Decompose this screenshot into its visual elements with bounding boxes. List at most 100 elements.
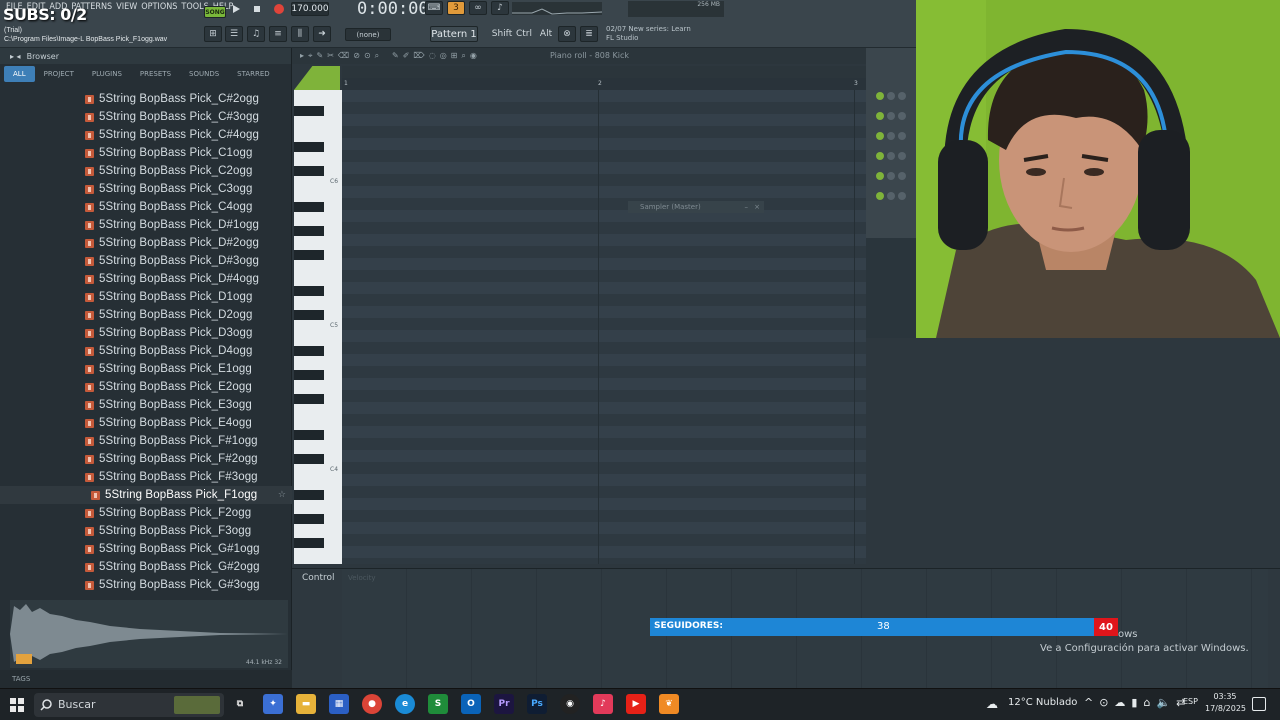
obs-icon[interactable]: ◉	[560, 694, 580, 714]
browser-file-item[interactable]: 5String BopBass Pick_C3ogg	[0, 180, 292, 198]
browser-file-item[interactable]: 5String BopBass Pick_F3ogg	[0, 522, 292, 540]
bar-ruler[interactable]: 1 2 3	[342, 78, 866, 90]
browser-file-item[interactable]: 5String BopBass Pick_D4ogg	[0, 342, 292, 360]
browser-file-item[interactable]: 5String BopBass Pick_D#1ogg	[0, 216, 292, 234]
browser-file-item[interactable]: 5String BopBass Pick_E3ogg	[0, 396, 292, 414]
task-view-icon[interactable]: ⧉	[230, 694, 250, 714]
channel-row[interactable]	[876, 112, 912, 122]
piano-roll-edit-tools-icon[interactable]: ✎✐⌦◌◎⊞⌕◉	[392, 51, 481, 61]
browser-arrows-icon[interactable]: ▸ ◂	[10, 52, 21, 61]
song-mode-toggle[interactable]: SONG	[204, 6, 226, 18]
sample-waveform-preview[interactable]: 44.1 kHz 32	[10, 600, 288, 668]
browser-file-item[interactable]: 5String BopBass Pick_E2ogg	[0, 378, 292, 396]
tiktok-icon[interactable]: ♪	[593, 694, 613, 714]
tab-project[interactable]: PROJECT	[35, 66, 83, 82]
browser-file-item[interactable]: 5String BopBass Pick_D#4ogg	[0, 270, 292, 288]
tempo-display[interactable]: 170.000	[291, 2, 329, 16]
tab-presets[interactable]: PRESETS	[131, 66, 180, 82]
browser-file-selected[interactable]: 5String BopBass Pick_F1ogg ☆	[0, 486, 292, 504]
file-name: 5String BopBass Pick_E4ogg	[99, 417, 252, 429]
edge-icon[interactable]: e	[395, 694, 415, 714]
piano-roll-tools-icon[interactable]: ▸⌖✎✂⌫⊘⊙⌕	[300, 51, 383, 61]
note-grid[interactable]	[342, 90, 866, 564]
fl-studio-icon[interactable]: ❦	[659, 694, 679, 714]
tab-plugins[interactable]: PLUGINS	[83, 66, 131, 82]
browser-file-item[interactable]: 5String BopBass Pick_C#3ogg	[0, 108, 292, 126]
photoshop-icon[interactable]: Ps	[527, 694, 547, 714]
weather-text[interactable]: 12°C Nublado	[1008, 697, 1077, 708]
tab-starred[interactable]: STARRED	[228, 66, 279, 82]
control-label[interactable]: Control	[302, 573, 335, 583]
taskbar-clock[interactable]: 03:35 17/8/2025	[1205, 691, 1246, 715]
pattern-selector[interactable]: Pattern 1	[430, 26, 478, 42]
channel-rack-icon[interactable]: ≡	[269, 26, 287, 42]
sampler-window-title[interactable]: Sampler (Master) – ×	[628, 201, 764, 213]
browser-file-item[interactable]: 5String BopBass Pick_D2ogg	[0, 306, 292, 324]
step-edit-icon[interactable]: 3	[447, 1, 465, 15]
stop-button[interactable]	[249, 2, 265, 16]
channel-row[interactable]	[876, 192, 912, 202]
browser-file-item[interactable]: 5String BopBass Pick_C2ogg	[0, 162, 292, 180]
star-icon[interactable]: ☆	[278, 490, 286, 500]
record-button[interactable]	[271, 2, 287, 16]
menu-options[interactable]: OPTIONS	[141, 2, 177, 12]
browser-file-item[interactable]: 5String BopBass Pick_F#1ogg	[0, 432, 292, 450]
typing-keyboard-icon[interactable]: ⌨	[425, 1, 443, 15]
channel-row[interactable]	[876, 132, 912, 142]
outlook-icon[interactable]: O	[461, 694, 481, 714]
mixer-icon[interactable]: ⫼	[291, 26, 309, 42]
browser-file-item[interactable]: 5String BopBass Pick_F2ogg	[0, 504, 292, 522]
piano-roll-icon[interactable]: ♫	[247, 26, 265, 42]
close-icon[interactable]: ×	[754, 203, 760, 211]
channel-row[interactable]	[876, 172, 912, 182]
browser-file-item[interactable]: 5String BopBass Pick_E4ogg	[0, 414, 292, 432]
loop-record-icon[interactable]: ∞	[469, 1, 487, 15]
browser-file-item[interactable]: 5String BopBass Pick_E1ogg	[0, 360, 292, 378]
tab-all[interactable]: ALL	[4, 66, 35, 82]
file-explorer-icon[interactable]: ▬	[296, 694, 316, 714]
news-hint[interactable]: 02/07 New series: Learn FL Studio	[606, 25, 691, 43]
metronome-icon[interactable]: ♪	[491, 1, 509, 15]
browser-file-item[interactable]: 5String BopBass Pick_C#4ogg	[0, 126, 292, 144]
news-icon[interactable]: ≣	[580, 26, 598, 42]
ctrl-key-button[interactable]: Ctrl	[514, 26, 534, 42]
browser-file-item[interactable]: 5String BopBass Pick_G#1ogg	[0, 540, 292, 558]
system-tray-icons[interactable]: ^⊙☁▮⌂🔈⇄	[1084, 696, 1191, 709]
youtube-icon[interactable]: ▶	[626, 694, 646, 714]
browser-file-item[interactable]: 5String BopBass Pick_C4ogg	[0, 198, 292, 216]
language-indicator[interactable]: ESP	[1183, 697, 1198, 706]
browser-file-item[interactable]: 5String BopBass Pick_D3ogg	[0, 324, 292, 342]
snap-icon[interactable]: ⊞	[204, 26, 222, 42]
store-icon[interactable]: ▦	[329, 694, 349, 714]
minimize-icon[interactable]: –	[745, 203, 749, 211]
taskbar-search[interactable]: Buscar	[34, 693, 224, 717]
browser-file-item[interactable]: 5String BopBass Pick_G#2ogg	[0, 558, 292, 576]
copilot-icon[interactable]: ✦	[263, 694, 283, 714]
menu-view[interactable]: VIEW	[116, 2, 137, 12]
browser-file-item[interactable]: 5String BopBass Pick_F#3ogg	[0, 468, 292, 486]
browser-file-item[interactable]: 5String BopBass Pick_F#2ogg	[0, 450, 292, 468]
browser-file-item[interactable]: 5String BopBass Pick_D#2ogg	[0, 234, 292, 252]
tags-bar[interactable]: TAGS	[0, 670, 292, 688]
alt-key-button[interactable]: Alt	[536, 26, 556, 42]
browser-file-item[interactable]: 5String BopBass Pick_D1ogg	[0, 288, 292, 306]
browser-file-item[interactable]: 5String BopBass Pick_G#3ogg	[0, 576, 292, 594]
chrome-icon[interactable]: ●	[362, 694, 382, 714]
playlist-icon[interactable]: ☰	[225, 26, 243, 42]
channel-row[interactable]	[876, 152, 912, 162]
browser-file-item[interactable]: 5String BopBass Pick_C#2ogg	[0, 90, 292, 108]
shift-key-button[interactable]: Shift	[492, 26, 512, 42]
premiere-icon[interactable]: Pr	[494, 694, 514, 714]
pattern-selector-none[interactable]: (none)	[345, 28, 391, 41]
online-icon[interactable]: ⊗	[558, 26, 576, 42]
notifications-icon[interactable]	[1252, 697, 1266, 711]
channel-row[interactable]	[876, 92, 912, 102]
start-button[interactable]	[10, 697, 24, 712]
excel-like-icon[interactable]: S	[428, 694, 448, 714]
arrow-right-icon[interactable]: ➜	[313, 26, 331, 42]
browser-file-item[interactable]: 5String BopBass Pick_C1ogg	[0, 144, 292, 162]
tab-sounds[interactable]: SOUNDS	[180, 66, 228, 82]
browser-file-item[interactable]: 5String BopBass Pick_D#3ogg	[0, 252, 292, 270]
piano-keys[interactable]: C6 C5 C4	[294, 90, 342, 564]
play-button[interactable]	[228, 2, 244, 16]
